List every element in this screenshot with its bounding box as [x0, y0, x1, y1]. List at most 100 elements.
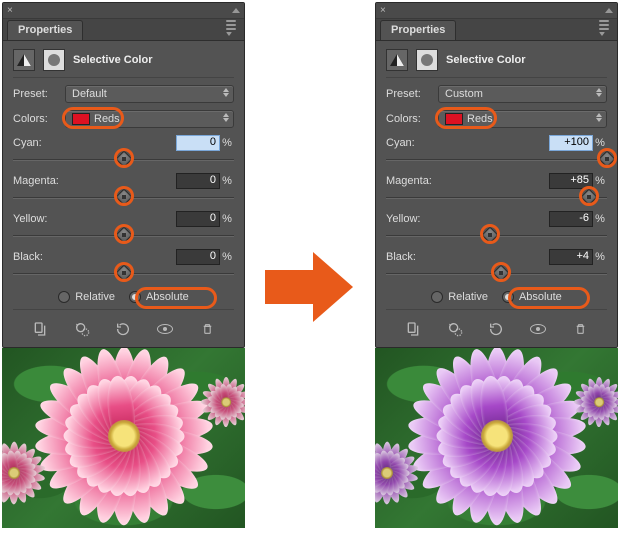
slider-knob[interactable] [599, 151, 616, 168]
slider-value-input[interactable]: -6 [549, 211, 593, 227]
close-icon[interactable]: × [7, 6, 13, 16]
radio-label: Relative [75, 291, 115, 303]
tab-bar: Properties [3, 19, 244, 41]
method-relative-radio[interactable]: Relative [58, 291, 115, 303]
adjustment-title: Selective Color [446, 54, 525, 66]
slider-knob[interactable] [115, 227, 132, 244]
slider-cyan: Cyan: +100 % [386, 135, 607, 166]
colors-value: Reds [467, 113, 493, 125]
chevron-updown-icon [223, 113, 229, 122]
slider-label: Cyan: [13, 137, 176, 149]
radio-icon [58, 291, 70, 303]
slider-track[interactable] [13, 230, 234, 242]
slider-label: Yellow: [386, 213, 549, 225]
image-preview [2, 348, 245, 528]
panel-titlebar: × [376, 3, 617, 19]
adjustment-title: Selective Color [73, 54, 152, 66]
preset-value: Default [72, 88, 107, 100]
delete-icon[interactable] [197, 321, 217, 337]
slider-label: Magenta: [386, 175, 549, 187]
slider-value-input[interactable]: 0 [176, 173, 220, 189]
slider-label: Cyan: [386, 137, 549, 149]
colors-label: Colors: [13, 113, 59, 125]
reset-icon[interactable] [113, 321, 133, 337]
view-previous-icon[interactable] [445, 321, 465, 337]
method-absolute-radio[interactable]: Absolute [129, 291, 189, 303]
collapse-icon[interactable] [232, 8, 240, 13]
percent-sign: % [593, 213, 607, 225]
mask-icon[interactable] [416, 49, 438, 71]
slider-yellow: Yellow: -6 % [386, 211, 607, 242]
slider-track[interactable] [13, 268, 234, 280]
visibility-icon[interactable] [155, 321, 175, 337]
tab-properties[interactable]: Properties [7, 20, 83, 40]
slider-label: Black: [13, 251, 176, 263]
color-swatch-icon [72, 113, 90, 125]
panel-menu-icon[interactable] [226, 16, 240, 40]
color-swatch-icon [445, 113, 463, 125]
method-absolute-radio[interactable]: Absolute [502, 291, 562, 303]
preset-value: Custom [445, 88, 483, 100]
slider-knob[interactable] [481, 227, 498, 244]
radio-label: Relative [448, 291, 488, 303]
view-previous-icon[interactable] [72, 321, 92, 337]
method-relative-radio[interactable]: Relative [431, 291, 488, 303]
radio-label: Absolute [146, 291, 189, 303]
transition-arrow [245, 2, 375, 547]
slider-knob[interactable] [115, 265, 132, 282]
percent-sign: % [220, 213, 234, 225]
slider-value-input[interactable]: +4 [549, 249, 593, 265]
slider-magenta: Magenta: +85 % [386, 173, 607, 204]
panel-footer [386, 317, 607, 341]
visibility-icon[interactable] [528, 321, 548, 337]
slider-track[interactable] [386, 268, 607, 280]
chevron-updown-icon [223, 88, 229, 97]
clip-to-layer-icon[interactable] [30, 321, 50, 337]
slider-value-input[interactable]: 0 [176, 211, 220, 227]
mask-icon[interactable] [43, 49, 65, 71]
reset-icon[interactable] [486, 321, 506, 337]
slider-value-input[interactable]: 0 [176, 249, 220, 265]
colors-select[interactable]: Reds [438, 110, 607, 128]
collapse-icon[interactable] [605, 8, 613, 13]
slider-value-input[interactable]: +85 [549, 173, 593, 189]
slider-cyan: Cyan: 0 % [13, 135, 234, 166]
slider-knob[interactable] [115, 189, 132, 206]
percent-sign: % [593, 251, 607, 263]
close-icon[interactable]: × [380, 6, 386, 16]
panel-footer [13, 317, 234, 341]
chevron-updown-icon [596, 88, 602, 97]
slider-black: Black: +4 % [386, 249, 607, 280]
slider-label: Magenta: [13, 175, 176, 187]
slider-track[interactable] [386, 192, 607, 204]
adjustment-icon[interactable] [13, 49, 35, 71]
slider-label: Black: [386, 251, 549, 263]
slider-knob[interactable] [115, 151, 132, 168]
panel-menu-icon[interactable] [599, 16, 613, 40]
tab-bar: Properties [376, 19, 617, 41]
slider-value-input[interactable]: 0 [176, 135, 220, 151]
colors-select[interactable]: Reds [65, 110, 234, 128]
slider-track[interactable] [13, 192, 234, 204]
slider-knob[interactable] [581, 189, 598, 206]
preset-label: Preset: [386, 88, 432, 100]
radio-icon [502, 291, 514, 303]
slider-track[interactable] [386, 230, 607, 242]
slider-knob[interactable] [492, 265, 509, 282]
slider-black: Black: 0 % [13, 249, 234, 280]
slider-magenta: Magenta: 0 % [13, 173, 234, 204]
preset-select[interactable]: Default [65, 85, 234, 103]
slider-track[interactable] [13, 154, 234, 166]
colors-label: Colors: [386, 113, 432, 125]
colors-value: Reds [94, 113, 120, 125]
clip-to-layer-icon[interactable] [403, 321, 423, 337]
tab-properties[interactable]: Properties [380, 20, 456, 40]
delete-icon[interactable] [570, 321, 590, 337]
slider-track[interactable] [386, 154, 607, 166]
adjustment-icon[interactable] [386, 49, 408, 71]
radio-icon [431, 291, 443, 303]
slider-label: Yellow: [13, 213, 176, 225]
slider-value-input[interactable]: +100 [549, 135, 593, 151]
preset-select[interactable]: Custom [438, 85, 607, 103]
preset-label: Preset: [13, 88, 59, 100]
